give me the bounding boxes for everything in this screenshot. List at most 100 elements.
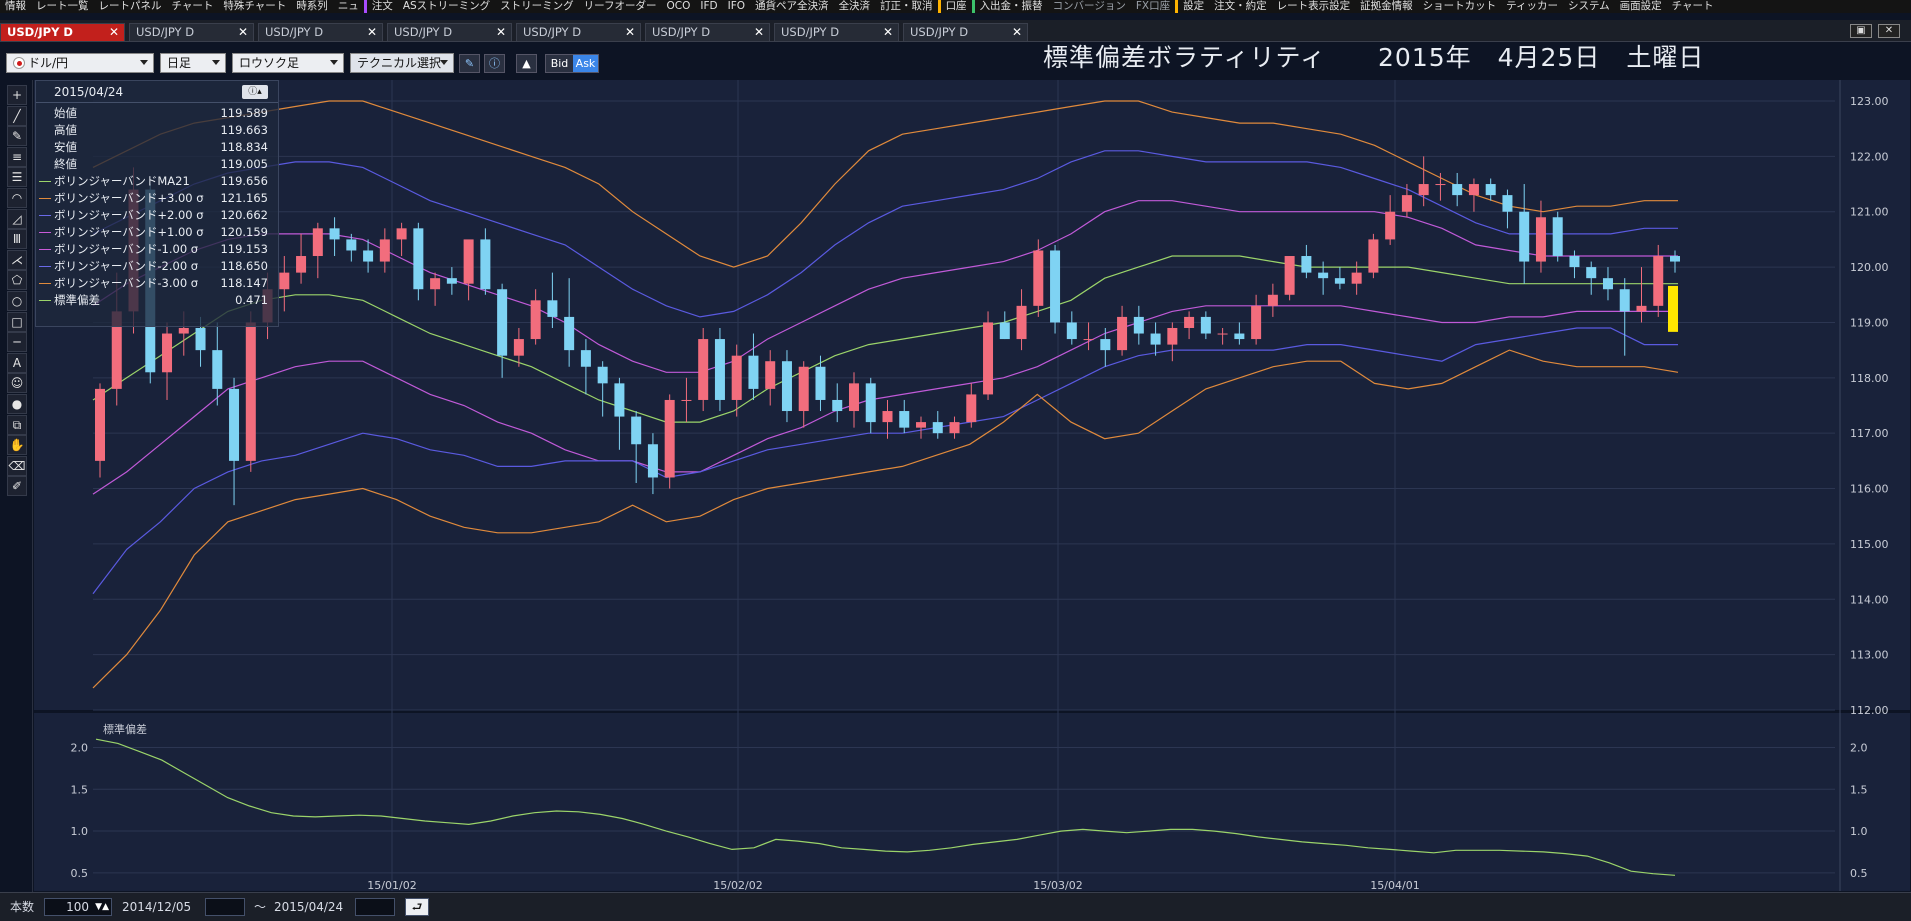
candle-body [614, 383, 625, 417]
info-row: ボリンジャーバンド+1.00 σ 120.159 [36, 224, 280, 241]
count-input[interactable]: 100 ▼▲ [44, 898, 112, 916]
info-value: 121.165 [220, 191, 268, 205]
candle [413, 222, 424, 301]
legend-line [39, 283, 51, 284]
candle-body [1535, 217, 1546, 262]
return-icon[interactable]: ⮐ [405, 898, 429, 916]
info-label: 高値 [54, 123, 77, 137]
y-tick-label: 123.00 [1850, 95, 1889, 108]
candle-body [1468, 184, 1479, 196]
info-row: 安値 118.834 [36, 139, 280, 156]
candle-body [463, 239, 474, 284]
info-row: ボリンジャーバンド-3.00 σ 118.147 [36, 275, 280, 292]
candle-body [1485, 184, 1496, 196]
candle-body [1284, 256, 1295, 295]
info-value: 120.662 [220, 208, 268, 222]
from-date: 2014/12/05 [122, 900, 192, 914]
y-tick-label: 116.00 [1850, 483, 1889, 496]
candle-body [664, 399, 675, 478]
candle-body [865, 383, 876, 423]
candle-body [1586, 267, 1597, 279]
candle-body [279, 272, 290, 290]
candle-body [597, 366, 608, 384]
candle-body [1602, 278, 1613, 290]
info-row: ボリンジャーバンド-1.00 σ 119.153 [36, 241, 280, 258]
sub-y-tick-label-left: 1.5 [71, 783, 89, 796]
info-row: 始値 119.589 [36, 105, 280, 122]
candle-body [1334, 278, 1345, 284]
candle-body [966, 394, 977, 423]
candle-body [748, 355, 759, 389]
info-label: ボリンジャーバンド-3.00 σ [54, 276, 199, 290]
sub-y-tick-label: 1.5 [1850, 783, 1868, 796]
candle [1368, 233, 1379, 279]
sub-panel-bg [34, 713, 1910, 891]
info-value: 118.834 [220, 140, 268, 154]
legend-line [39, 300, 51, 301]
candle-body [1385, 211, 1396, 240]
info-value: 120.159 [220, 225, 268, 239]
candle-body [647, 444, 658, 478]
candle-body [1519, 211, 1530, 262]
x-tick-label: 15/01/02 [367, 879, 416, 892]
info-value: 119.663 [220, 123, 268, 137]
footer-bar: 本数 100 ▼▲ 2014/12/05 〜 2015/04/24 ⮐ [0, 892, 1911, 921]
info-label: ボリンジャーバンドMA21 [54, 174, 190, 188]
y-tick-label: 122.00 [1850, 150, 1889, 163]
candle-body [329, 228, 340, 240]
candle-body [899, 411, 910, 428]
candle-body [1133, 316, 1144, 334]
candle-body [1100, 339, 1111, 351]
legend-line [39, 198, 51, 199]
stepper-icon[interactable]: ▼▲ [95, 899, 109, 915]
candle [1050, 244, 1061, 334]
candle-body [1150, 333, 1161, 345]
candle-body [1401, 195, 1412, 212]
candle-body [1167, 327, 1178, 345]
info-collapse-button[interactable]: ⓘ▴ [242, 85, 268, 99]
candle-body [681, 399, 692, 401]
count-label: 本数 [10, 900, 35, 914]
candle-body [999, 322, 1010, 340]
candle [698, 327, 709, 412]
info-label: 安値 [54, 140, 77, 154]
y-tick-label: 112.00 [1850, 704, 1889, 717]
candle-body [446, 278, 457, 284]
candle-body [1569, 256, 1580, 268]
candle-body [1200, 316, 1211, 334]
candle-body [1217, 333, 1228, 335]
candle-body [1234, 333, 1245, 340]
candle-body [530, 300, 541, 340]
candle-body [413, 228, 424, 290]
info-label: 標準偏差 [54, 293, 100, 307]
candle-body [1552, 217, 1563, 257]
candle-body [513, 339, 524, 356]
legend-line [39, 181, 51, 182]
candle [664, 394, 675, 489]
candle-body [564, 316, 575, 351]
info-row: 標準偏差 0.471 [36, 292, 280, 309]
candle [245, 311, 256, 472]
candle-body [379, 239, 390, 262]
candle-body [212, 350, 223, 389]
candle-body [983, 322, 994, 395]
candle-body [848, 383, 859, 412]
candle-body [1619, 289, 1630, 312]
info-value: 118.147 [220, 276, 268, 290]
from-date-box[interactable] [205, 898, 245, 916]
candle-body [547, 300, 558, 317]
info-row: 終値 119.005 [36, 156, 280, 173]
candle-body [245, 322, 256, 461]
info-row: ボリンジャーバンドMA21 119.656 [36, 173, 280, 190]
chart-canvas[interactable]: 123.00 122.00 121.00 120.00 119.00 118.00 117.… [0, 0, 1911, 921]
candle-body [798, 366, 809, 412]
candle-body [580, 350, 591, 367]
candle-body [932, 422, 943, 434]
info-label: ボリンジャーバンド+3.00 σ [54, 191, 204, 205]
candle-body [1418, 184, 1429, 196]
info-row: ボリンジャーバンド-2.00 σ 118.650 [36, 258, 280, 275]
to-date-box[interactable] [355, 898, 395, 916]
y-tick-label: 117.00 [1850, 427, 1889, 440]
tilde-label: 〜 [254, 900, 267, 914]
candle-body [1636, 305, 1647, 312]
